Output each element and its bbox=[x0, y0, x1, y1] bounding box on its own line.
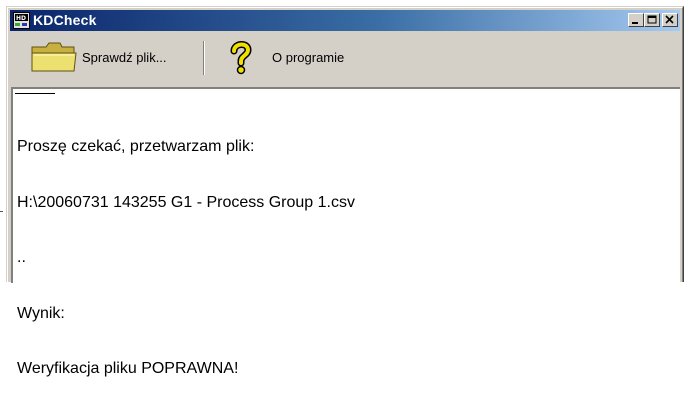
check-file-label: Sprawdź plik... bbox=[82, 49, 167, 65]
close-icon bbox=[665, 15, 674, 24]
svg-text:HD: HD bbox=[16, 15, 26, 22]
question-mark-icon bbox=[226, 39, 256, 75]
result-heading: Wynik: bbox=[17, 304, 65, 322]
minimize-icon bbox=[632, 22, 638, 24]
maximize-button[interactable] bbox=[644, 13, 660, 27]
title-bar[interactable]: HD KDCheck bbox=[10, 10, 680, 31]
output-text: Proszę czekać, przetwarzam plik: H:\2006… bbox=[17, 101, 355, 416]
window-title: KDCheck bbox=[33, 12, 97, 28]
about-button[interactable]: O programie bbox=[226, 38, 344, 76]
output-divider bbox=[15, 93, 55, 94]
status-line: Proszę czekać, przetwarzam plik: bbox=[17, 138, 255, 155]
minimize-button[interactable] bbox=[628, 13, 644, 27]
edge-tick bbox=[0, 211, 3, 212]
app-icon[interactable]: HD bbox=[13, 12, 30, 29]
file-path-line: H:\20060731 143255 G1 - Process Group 1.… bbox=[17, 193, 355, 211]
check-file-button[interactable]: Sprawdź plik... bbox=[30, 38, 167, 76]
output-area[interactable]: Proszę czekać, przetwarzam plik: H:\2006… bbox=[11, 87, 680, 377]
about-label: O programie bbox=[272, 49, 345, 65]
result-message: Weryfikacja pliku POPRAWNA! bbox=[17, 360, 239, 377]
folder-icon bbox=[30, 39, 78, 75]
toolbar-separator bbox=[203, 41, 205, 75]
progress-dots: .. bbox=[17, 249, 26, 266]
maximize-icon bbox=[647, 15, 657, 24]
toolbar: Sprawdź plik... O programie bbox=[10, 33, 680, 83]
app-window: HD KDCheck Sprawdź plik... O programie P… bbox=[6, 6, 684, 377]
close-button[interactable] bbox=[662, 13, 678, 27]
